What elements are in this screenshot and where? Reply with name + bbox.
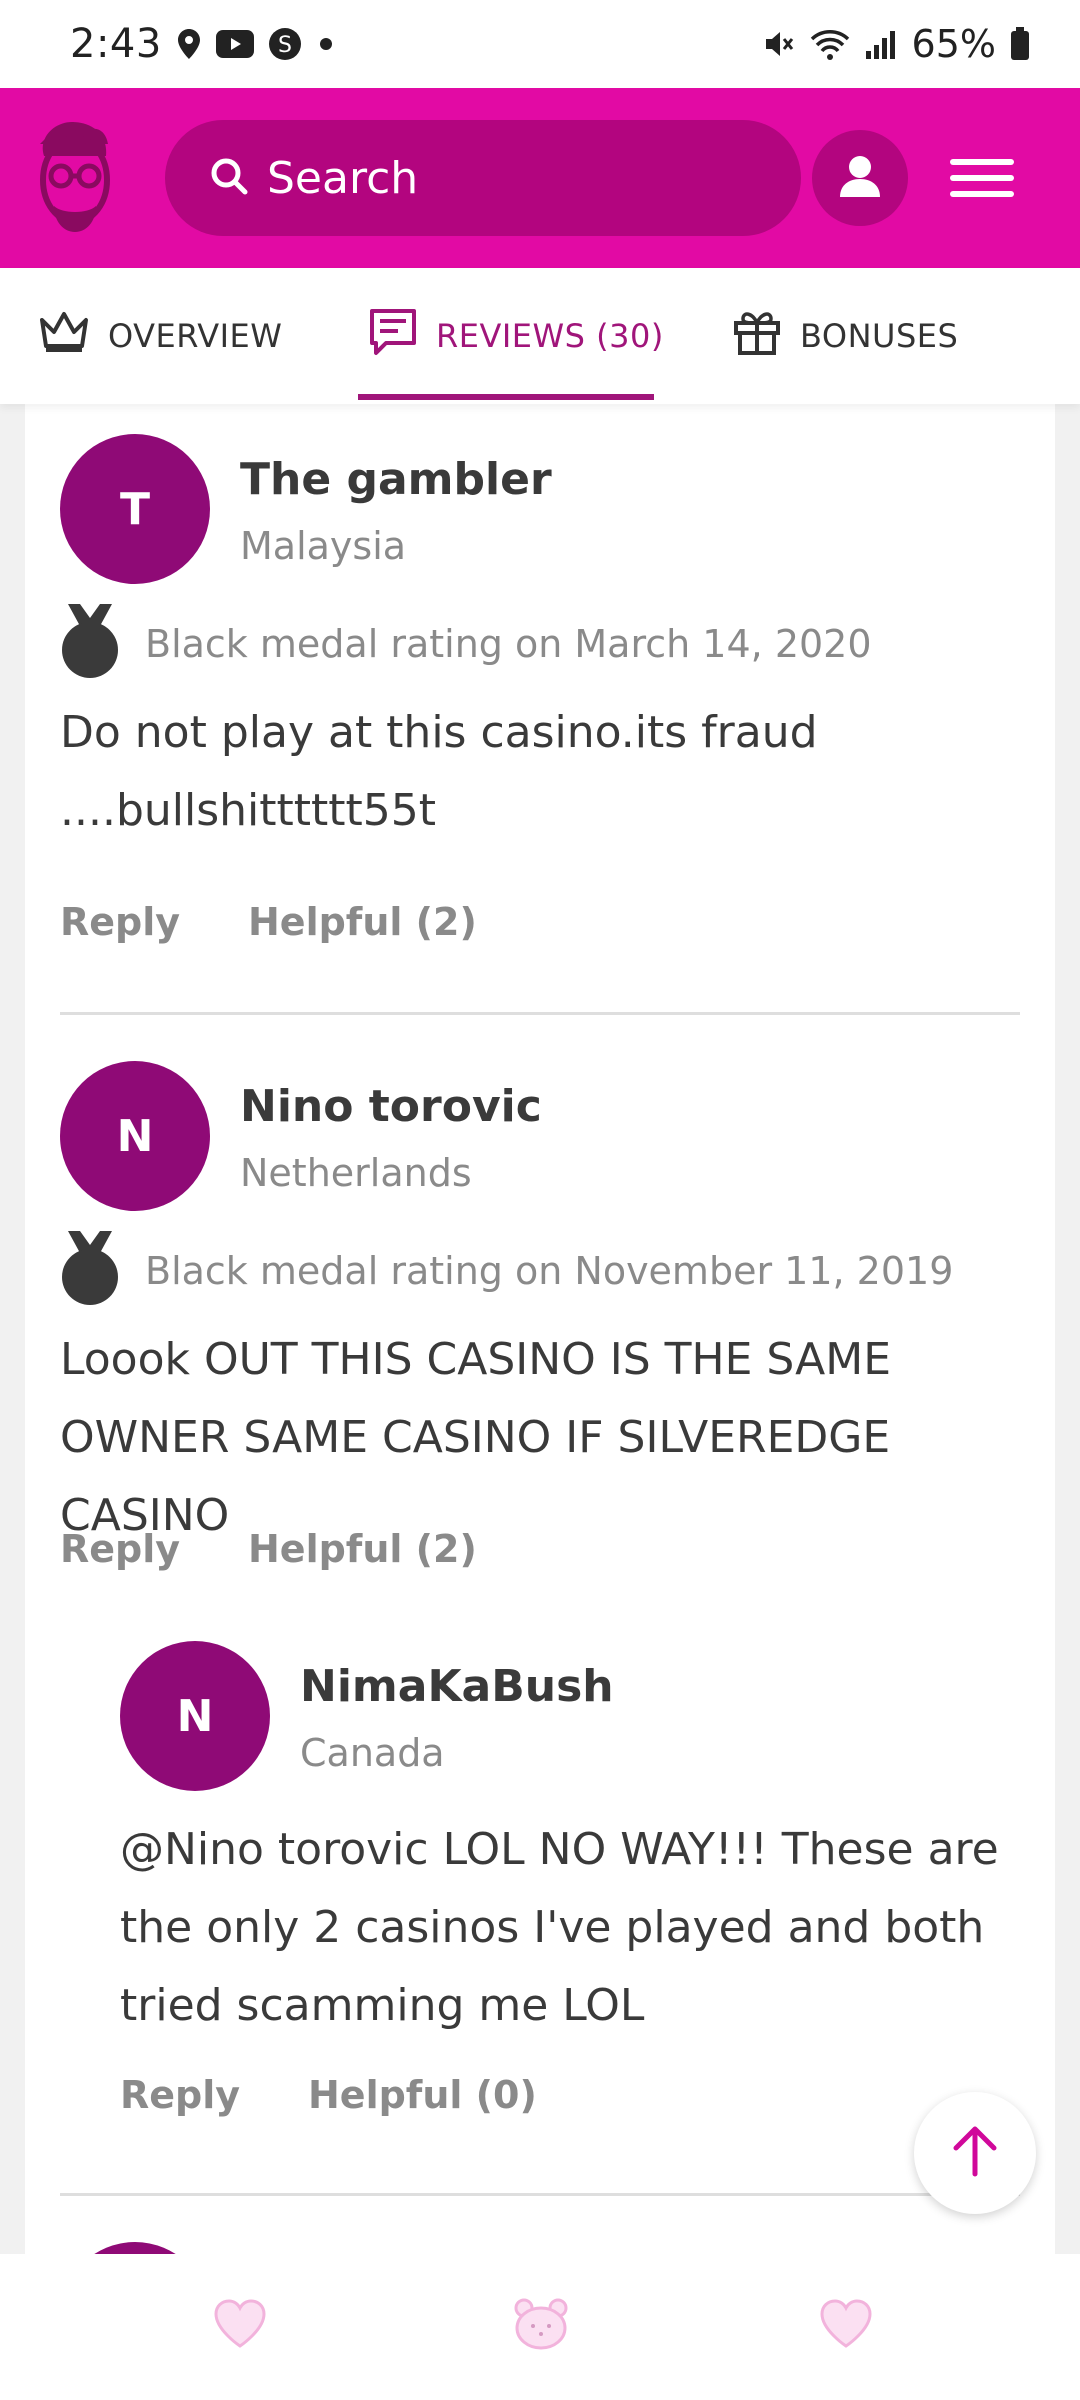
avatar: T — [60, 434, 210, 584]
scroll-to-top-button[interactable] — [914, 2092, 1036, 2214]
signal-icon — [864, 27, 898, 61]
dot-icon — [316, 34, 336, 54]
s-app-icon: S — [268, 27, 302, 61]
reply-body: @Nino torovic LOL NO WAY!!! These are th… — [120, 1811, 999, 2045]
rating-text: Black medal rating on March 14, 2020 — [145, 622, 872, 666]
tab-reviews[interactable]: REVIEWS (30) — [368, 268, 664, 404]
review-body: Loook OUT THIS CASINO IS THE SAME OWNER … — [60, 1321, 1055, 1555]
menu-line — [950, 159, 1014, 165]
menu-line — [950, 175, 1014, 181]
reply-line: the only 2 casinos I've played and both — [120, 1902, 985, 1953]
reviews-card: T The gambler Malaysia Black medal ratin… — [25, 404, 1055, 2254]
tab-bonuses[interactable]: BONUSES — [732, 268, 958, 404]
mute-icon — [762, 27, 796, 61]
black-medal-icon — [60, 602, 120, 680]
reviews-content[interactable]: T The gambler Malaysia Black medal ratin… — [0, 404, 1080, 2254]
reviewer-country: Netherlands — [240, 1151, 472, 1195]
review-body: Do not play at this casino.its fraud ...… — [60, 694, 818, 850]
review-line: ....bullshitttttt55t — [60, 785, 436, 836]
reply-button[interactable]: Reply — [60, 900, 180, 944]
gift-icon — [732, 307, 782, 365]
reply-line: @Nino torovic LOL NO WAY!!! These are — [120, 1824, 999, 1875]
tab-reviews-label: REVIEWS (30) — [436, 317, 664, 355]
logo-icon[interactable] — [30, 114, 120, 240]
avatar: N — [60, 1061, 210, 1211]
tab-bonuses-label: BONUSES — [800, 317, 959, 355]
tab-overview[interactable]: OVERVIEW — [38, 268, 282, 404]
reply-line: tried scamming me LOL — [120, 1980, 645, 2031]
avatar: N — [120, 1641, 270, 1791]
crown-icon — [38, 310, 90, 362]
heart-icon[interactable] — [818, 2296, 874, 2352]
divider — [60, 2193, 1020, 2196]
top-header: Search — [0, 88, 1080, 268]
search-input[interactable]: Search — [165, 120, 801, 236]
bottom-bar — [0, 2254, 1080, 2400]
chat-icon — [368, 307, 418, 365]
helpful-button[interactable]: Helpful (2) — [248, 1527, 477, 1571]
reviewer-country: Malaysia — [240, 524, 407, 568]
active-tab-indicator — [358, 394, 654, 400]
helpful-button[interactable]: Helpful (2) — [248, 900, 477, 944]
heart-icon[interactable] — [212, 2296, 268, 2352]
battery-percent: 65% — [911, 22, 996, 66]
wifi-icon — [810, 27, 850, 61]
status-bar: 2:43 S 65% — [0, 0, 1080, 88]
reply-button[interactable]: Reply — [60, 1527, 180, 1571]
review-line: OWNER SAME CASINO IF SILVEREDGE CASINO — [60, 1412, 891, 1541]
battery-icon — [1010, 27, 1030, 61]
reviewer-name[interactable]: Nino torovic — [240, 1081, 542, 1132]
search-icon — [209, 156, 249, 200]
search-placeholder: Search — [267, 152, 419, 204]
reviewer-country: Canada — [300, 1731, 445, 1775]
hamburger-menu-button[interactable] — [950, 146, 1014, 210]
black-medal-icon — [60, 1229, 120, 1307]
menu-line — [950, 191, 1014, 197]
svg-text:S: S — [278, 33, 292, 58]
bear-icon[interactable] — [512, 2296, 568, 2352]
rating-text: Black medal rating on November 11, 2019 — [145, 1249, 954, 1293]
reviewer-name[interactable]: The gambler — [240, 454, 552, 505]
divider — [60, 1012, 1020, 1015]
location-icon — [176, 28, 202, 60]
tab-bar: OVERVIEW REVIEWS (30) BONUSES — [0, 268, 1080, 404]
tab-overview-label: OVERVIEW — [108, 317, 283, 355]
avatar — [60, 2242, 210, 2254]
youtube-icon — [215, 30, 254, 58]
helpful-button[interactable]: Helpful (0) — [308, 2073, 537, 2117]
account-button[interactable] — [812, 130, 908, 226]
review-line: Loook OUT THIS CASINO IS THE SAME — [60, 1334, 892, 1385]
reviewer-name[interactable]: NimaKaBush — [300, 1661, 614, 1712]
arrow-up-icon — [948, 2124, 1002, 2182]
user-icon — [837, 153, 883, 203]
status-time: 2:43 — [70, 21, 162, 67]
reply-button[interactable]: Reply — [120, 2073, 240, 2117]
review-line: Do not play at this casino.its fraud — [60, 707, 818, 758]
